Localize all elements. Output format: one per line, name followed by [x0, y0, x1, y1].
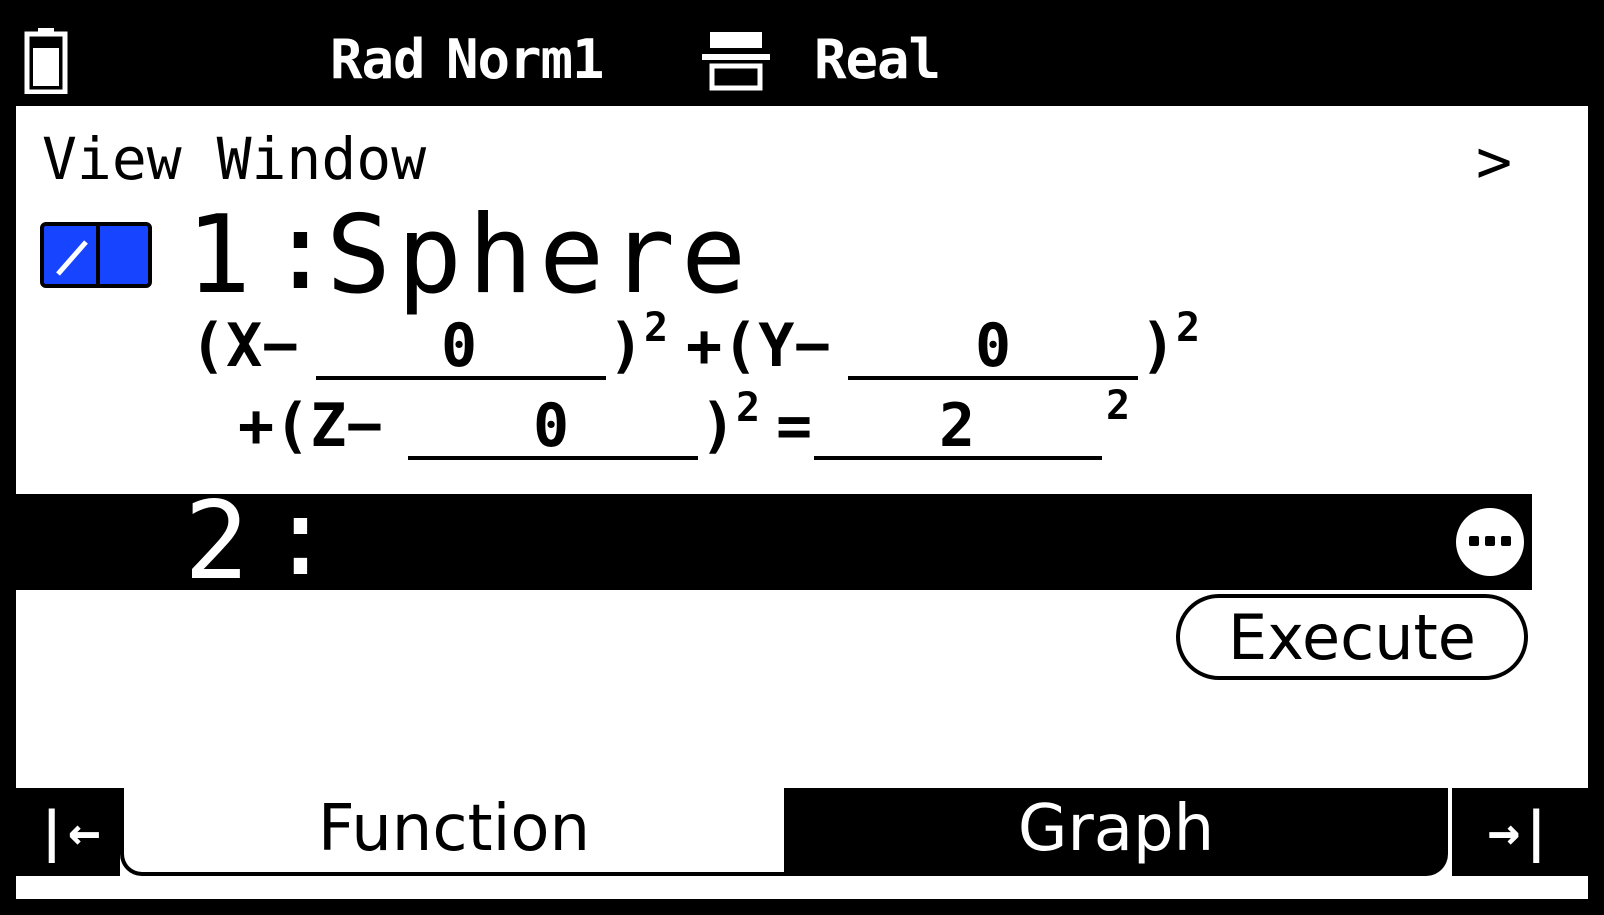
y-suffix: ) [1140, 311, 1177, 381]
display-mode: Norm1 [446, 28, 605, 91]
y-input-underline [848, 376, 1138, 380]
entry-1-separator: : [268, 189, 334, 314]
status-bar: Rad Norm1 Real [16, 16, 1588, 106]
z-suffix: ) [700, 391, 737, 461]
x-center-input[interactable]: 0 [316, 316, 602, 376]
y-prefix: +(Y− [686, 311, 831, 381]
checked-slash-icon [56, 240, 88, 276]
equals-sign: = [776, 391, 813, 461]
tab-function[interactable]: Function [120, 788, 784, 876]
y-center-input[interactable]: 0 [848, 316, 1138, 376]
nav-first-icon[interactable]: |← [16, 788, 120, 876]
battery-icon [24, 28, 68, 94]
radius-exponent: 2 [1106, 383, 1131, 429]
tab-graph[interactable]: Graph [784, 788, 1448, 876]
entry-2-row[interactable]: 2 : [16, 484, 1532, 596]
z-center-input[interactable]: 0 [408, 396, 694, 456]
complex-mode: Real [814, 28, 941, 91]
z-exponent: 2 [736, 385, 761, 431]
more-icon[interactable] [1456, 508, 1524, 576]
view-window-title[interactable]: View Window [42, 124, 426, 194]
z-prefix: +(Z− [238, 391, 383, 461]
execute-button[interactable]: Execute [1176, 594, 1528, 680]
entry-1-checkbox[interactable] [40, 222, 152, 288]
entry-1-number: 1 [186, 193, 252, 318]
y-exponent: 2 [1176, 305, 1201, 351]
bottom-tab-bar: |← Function Graph →| [16, 786, 1588, 899]
checkbox-divider [96, 226, 100, 284]
chevron-right-icon[interactable]: > [1476, 132, 1512, 192]
z-input-underline [408, 456, 698, 460]
display-mode-icon [702, 32, 770, 91]
radius-input[interactable]: 2 [814, 396, 1100, 456]
radius-input-underline [814, 456, 1102, 460]
entry-2-separator: : [268, 475, 334, 600]
calculator-screen: Rad Norm1 Real View Window > 1 : Sphere … [16, 16, 1588, 899]
x-input-underline [316, 376, 606, 380]
x-prefix: (X− [190, 311, 299, 381]
entry-2-number: 2 [184, 479, 250, 604]
entry-1-type[interactable]: Sphere [326, 202, 752, 310]
angle-mode: Rad [330, 28, 426, 91]
x-suffix: ) [608, 311, 645, 381]
x-exponent: 2 [644, 305, 669, 351]
nav-last-icon[interactable]: →| [1452, 788, 1588, 876]
